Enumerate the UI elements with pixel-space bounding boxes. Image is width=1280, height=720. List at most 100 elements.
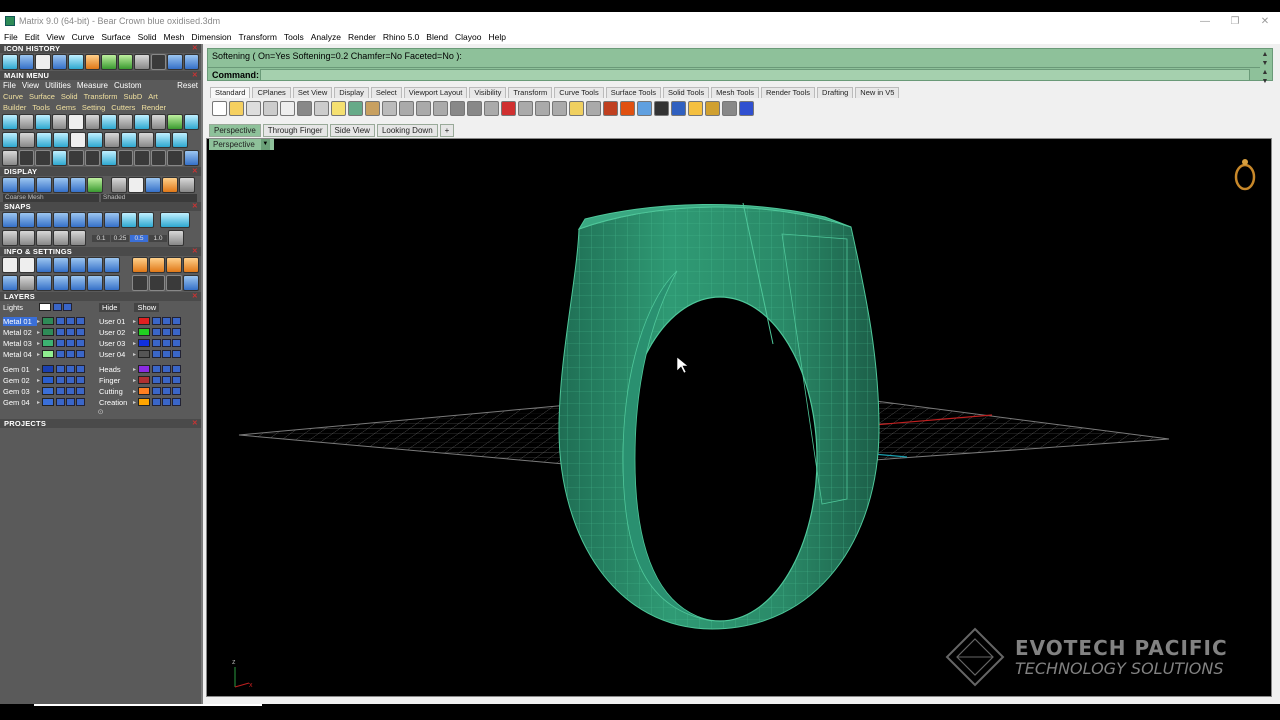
layer-color-swatch[interactable] — [138, 376, 151, 384]
history-icon[interactable] — [134, 54, 150, 70]
display-icon[interactable] — [162, 177, 178, 193]
history-icon[interactable] — [35, 54, 51, 70]
visibility-toggle[interactable] — [172, 387, 182, 395]
tool-icon[interactable] — [70, 132, 86, 148]
main-tab-custom[interactable]: Custom — [114, 81, 142, 90]
visibility-toggle[interactable] — [66, 365, 76, 373]
settings-icon[interactable] — [2, 257, 18, 273]
toolbar-button-icon[interactable] — [654, 100, 669, 116]
tool-icon[interactable] — [68, 150, 84, 166]
toolbar-button-icon[interactable] — [637, 100, 652, 116]
menu-solid[interactable]: Solid — [138, 32, 157, 42]
menu-item-builder[interactable]: Builder — [3, 103, 26, 112]
snap-icon[interactable] — [87, 212, 103, 228]
circle-icon[interactable] — [183, 150, 199, 166]
tool-icon[interactable] — [150, 150, 166, 166]
layer-row[interactable]: Metal 02 ▸ — [3, 327, 99, 337]
info-icon[interactable] — [53, 275, 69, 291]
toolbar-button-icon[interactable] — [280, 100, 295, 116]
search-icon[interactable] — [19, 257, 35, 273]
info-icon[interactable] — [183, 257, 199, 273]
toolbar-tab-new-in-v5[interactable]: New in V5 — [855, 87, 900, 98]
tool-icon[interactable] — [51, 150, 67, 166]
visibility-toggle[interactable] — [172, 398, 182, 406]
layer-color-swatch[interactable] — [42, 328, 55, 336]
menu-file[interactable]: File — [4, 32, 18, 42]
layer-color-swatch[interactable] — [138, 317, 151, 325]
expand-arrow-icon[interactable]: ▸ — [133, 351, 136, 358]
tool-icon[interactable] — [167, 150, 183, 166]
tool-icon[interactable] — [2, 114, 18, 130]
toolbar-tab-cplanes[interactable]: CPlanes — [252, 87, 291, 98]
expand-arrow-icon[interactable]: ▸ — [37, 340, 40, 347]
toolbar-button-icon[interactable] — [518, 100, 533, 116]
tool-icon[interactable] — [36, 132, 52, 148]
toolbar-tab-display[interactable]: Display — [334, 87, 369, 98]
tool-icon[interactable] — [167, 114, 183, 130]
history-icon[interactable] — [117, 54, 133, 70]
visibility-toggle[interactable] — [162, 387, 172, 395]
visibility-toggle[interactable] — [66, 328, 76, 336]
layer-color-swatch[interactable] — [138, 328, 151, 336]
grid-icon[interactable] — [168, 230, 184, 246]
tool-icon[interactable] — [19, 132, 35, 148]
snap-toggle[interactable] — [160, 212, 190, 228]
menu-item-setting[interactable]: Setting — [82, 103, 105, 112]
toolbar-button-icon[interactable] — [212, 100, 227, 116]
menu-item-cutters[interactable]: Cutters — [111, 103, 135, 112]
viewport-tab-side-view[interactable]: Side View — [329, 124, 375, 137]
viewport-tab-perspective[interactable]: Perspective — [209, 124, 261, 137]
info-icon[interactable] — [132, 257, 148, 273]
minimize-button[interactable]: — — [1190, 12, 1220, 30]
toolbar-button-icon[interactable] — [586, 100, 601, 116]
toolbar-button-icon[interactable] — [365, 100, 380, 116]
layer-toggle[interactable] — [63, 303, 72, 311]
tool-icon[interactable] — [2, 150, 18, 166]
layers-header[interactable]: LAYERS ✕ — [0, 292, 201, 301]
projects-header[interactable]: PROJECTS ✕ — [0, 419, 201, 428]
lock-icon[interactable] — [56, 376, 66, 384]
toolbar-button-icon[interactable] — [688, 100, 703, 116]
tool-icon[interactable] — [183, 114, 199, 130]
info-icon[interactable] — [70, 257, 86, 273]
layer-color-swatch[interactable] — [42, 317, 55, 325]
snap-icon[interactable] — [138, 212, 154, 228]
visibility-toggle[interactable] — [172, 376, 182, 384]
snap-icon[interactable] — [53, 212, 69, 228]
toolbar-tab-set-view[interactable]: Set View — [292, 87, 333, 98]
toolbar-tab-select[interactable]: Select — [370, 87, 402, 98]
layer-row[interactable]: Gem 04 ▸ — [3, 397, 99, 407]
lock-icon[interactable] — [152, 365, 162, 373]
snap-icon[interactable] — [2, 230, 18, 246]
tool-icon[interactable] — [155, 132, 171, 148]
display-icon[interactable] — [128, 177, 144, 193]
layer-row[interactable]: User 03 ▸ — [99, 338, 195, 348]
visibility-toggle[interactable] — [162, 350, 172, 358]
expand-arrow-icon[interactable]: ▸ — [133, 399, 136, 406]
menu-clayoo[interactable]: Clayoo — [455, 32, 481, 42]
info-icon[interactable] — [166, 275, 182, 291]
lock-icon[interactable] — [152, 317, 162, 325]
toolbar-tab-mesh-tools[interactable]: Mesh Tools — [711, 87, 759, 98]
snaps-header[interactable]: SNAPS ✕ — [0, 202, 201, 211]
expand-arrow-icon[interactable]: ▸ — [37, 366, 40, 373]
tool-icon[interactable] — [138, 132, 154, 148]
tool-icon[interactable] — [134, 150, 150, 166]
menu-tools[interactable]: Tools — [284, 32, 304, 42]
menu-transform[interactable]: Transform — [238, 32, 276, 42]
visibility-toggle[interactable] — [162, 398, 172, 406]
display-icon[interactable] — [19, 177, 35, 193]
display-icon[interactable] — [70, 177, 86, 193]
visibility-toggle[interactable] — [76, 387, 86, 395]
tool-icon[interactable] — [18, 150, 34, 166]
layer-row[interactable]: Gem 03 ▸ — [3, 386, 99, 396]
layer-color-swatch[interactable] — [42, 398, 55, 406]
display-icon[interactable] — [53, 177, 69, 193]
menu-rhino-5-0[interactable]: Rhino 5.0 — [383, 32, 419, 42]
visibility-toggle[interactable] — [66, 350, 76, 358]
toolbar-button-icon[interactable] — [399, 100, 414, 116]
layer-row[interactable]: Cutting ▸ — [99, 386, 195, 396]
toolbar-button-icon[interactable] — [246, 100, 261, 116]
visibility-toggle[interactable] — [172, 317, 182, 325]
toolbar-button-icon[interactable] — [620, 100, 635, 116]
